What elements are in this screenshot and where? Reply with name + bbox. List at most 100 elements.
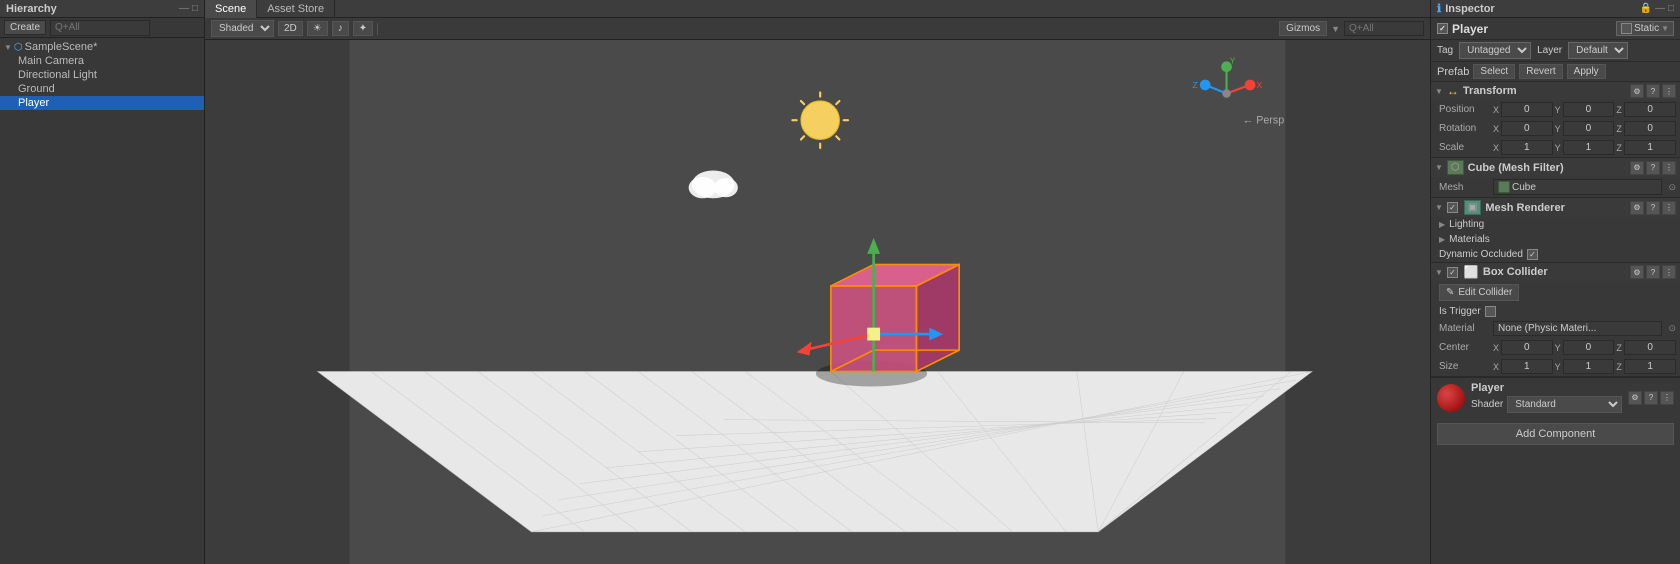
player-mat-help-icon[interactable]: ? — [1644, 391, 1658, 405]
create-button[interactable]: Create — [4, 20, 46, 35]
size-z-group: Z — [1616, 359, 1676, 374]
box-collider-help-icon[interactable]: ? — [1646, 265, 1660, 279]
transform-settings-icon[interactable]: ⚙ — [1630, 84, 1644, 98]
physic-material-dot[interactable]: ⊙ — [1668, 323, 1676, 334]
rot-y-input[interactable] — [1563, 121, 1615, 136]
scale-z-input[interactable] — [1624, 140, 1676, 155]
is-trigger-row: Is Trigger — [1431, 304, 1680, 319]
mesh-renderer-help-icon[interactable]: ? — [1646, 201, 1660, 215]
static-checkbox[interactable] — [1621, 23, 1632, 34]
transform-overflow-icon[interactable]: ⋮ — [1662, 84, 1676, 98]
hierarchy-toolbar: Create — [0, 18, 204, 38]
dynamic-occluded-checkbox[interactable]: ✓ — [1527, 249, 1538, 260]
box-collider-settings-icon[interactable]: ⚙ — [1630, 265, 1644, 279]
is-trigger-checkbox[interactable] — [1485, 306, 1496, 317]
tag-select[interactable]: Untagged — [1459, 42, 1531, 59]
physic-material-field[interactable]: None (Physic Materi... — [1493, 321, 1662, 336]
apply-button[interactable]: Apply — [1567, 64, 1606, 79]
scene-search-input[interactable] — [1344, 21, 1424, 36]
static-dropdown-arrow[interactable]: ▼ — [1661, 24, 1669, 33]
transform-arrow: ▼ — [1435, 87, 1443, 96]
size-label: Size — [1439, 361, 1489, 372]
center-y-group: Y — [1555, 340, 1615, 355]
mesh-renderer-settings-icon[interactable]: ⚙ — [1630, 201, 1644, 215]
mesh-filter-header[interactable]: ▼ ⬡ Cube (Mesh Filter) ⚙ ? ⋮ — [1431, 158, 1680, 177]
pos-x-input[interactable] — [1501, 102, 1553, 117]
tree-item-directional-light[interactable]: Directional Light — [0, 68, 204, 82]
transform-help-icon[interactable]: ? — [1646, 84, 1660, 98]
mesh-value-field[interactable]: Cube — [1493, 179, 1662, 195]
inspector-minimize[interactable]: — — [1655, 3, 1665, 14]
size-x-input[interactable] — [1501, 359, 1553, 374]
player-mat-overflow-icon[interactable]: ⋮ — [1660, 391, 1674, 405]
lighting-row[interactable]: ▶ Lighting — [1431, 217, 1680, 232]
tag-layer-row: Tag Untagged Layer Default — [1431, 40, 1680, 62]
size-z-input[interactable] — [1624, 359, 1676, 374]
rot-z-input[interactable] — [1624, 121, 1676, 136]
box-collider-checkbox[interactable]: ✓ — [1447, 267, 1458, 278]
box-collider-header[interactable]: ▼ ✓ ⬜ Box Collider ⚙ ? ⋮ — [1431, 263, 1680, 281]
inspector-lock-icon[interactable]: 🔒 — [1640, 3, 1652, 14]
scale-x-input[interactable] — [1501, 140, 1553, 155]
inspector-maximize[interactable]: □ — [1668, 3, 1674, 14]
position-label: Position — [1439, 104, 1489, 115]
gizmos-button[interactable]: Gizmos — [1279, 21, 1327, 36]
scene-tab-bar: Scene Asset Store — [205, 0, 1430, 18]
tree-arrow-root: ▼ — [4, 43, 12, 52]
center-z-input[interactable] — [1624, 340, 1676, 355]
static-badge[interactable]: Static ▼ — [1616, 21, 1674, 36]
transform-header[interactable]: ▼ ↔ Transform ⚙ ? ⋮ — [1431, 82, 1680, 100]
mesh-renderer-checkbox[interactable]: ✓ — [1447, 202, 1458, 213]
player-mat-settings-icon[interactable]: ⚙ — [1628, 391, 1642, 405]
tree-scene-root[interactable]: ▼ ⬡ SampleScene* — [0, 40, 204, 54]
tree-item-ground[interactable]: Ground — [0, 82, 204, 96]
pos-y-input[interactable] — [1563, 102, 1615, 117]
center-xyz: X Y Z — [1493, 340, 1676, 355]
shader-select[interactable]: Standard — [1507, 396, 1622, 413]
audio-button[interactable]: ♪ — [332, 21, 349, 36]
2d-button[interactable]: 2D — [278, 21, 303, 36]
mesh-renderer-overflow-icon[interactable]: ⋮ — [1662, 201, 1676, 215]
fx-button[interactable]: ✦ — [353, 21, 373, 36]
box-collider-overflow-icon[interactable]: ⋮ — [1662, 265, 1676, 279]
edit-collider-button[interactable]: ✎ Edit Collider — [1439, 284, 1519, 301]
hierarchy-search-input[interactable] — [50, 20, 150, 36]
player-active-checkbox[interactable]: ✓ — [1437, 23, 1448, 34]
inspector-window-controls: 🔒 — □ — [1640, 3, 1675, 14]
tree-item-main-camera[interactable]: Main Camera — [0, 54, 204, 68]
mesh-filter-settings-icon[interactable]: ⚙ — [1630, 161, 1644, 175]
hierarchy-maximize[interactable]: □ — [192, 3, 198, 14]
select-button[interactable]: Select — [1473, 64, 1515, 79]
hierarchy-minimize[interactable]: — — [179, 3, 189, 14]
layer-select[interactable]: Default — [1568, 42, 1628, 59]
materials-row[interactable]: ▶ Materials — [1431, 232, 1680, 247]
pos-z-input[interactable] — [1624, 102, 1676, 117]
tab-scene[interactable]: Scene — [205, 0, 257, 18]
rotation-label: Rotation — [1439, 123, 1489, 134]
revert-button[interactable]: Revert — [1519, 64, 1562, 79]
add-component-button[interactable]: Add Component — [1437, 423, 1674, 445]
tab-asset-store[interactable]: Asset Store — [257, 0, 335, 18]
center-y-input[interactable] — [1563, 340, 1615, 355]
scale-y-input[interactable] — [1563, 140, 1615, 155]
size-y-input[interactable] — [1563, 359, 1615, 374]
mesh-renderer-header[interactable]: ▼ ✓ ▣ Mesh Renderer ⚙ ? ⋮ — [1431, 198, 1680, 217]
player-name-group: ✓ Player — [1437, 22, 1488, 36]
inspector-title-group: ℹ Inspector — [1437, 2, 1495, 15]
mesh-filter-overflow-icon[interactable]: ⋮ — [1662, 161, 1676, 175]
center-x-input[interactable] — [1501, 340, 1553, 355]
mesh-renderer-btns: ⚙ ? ⋮ — [1630, 201, 1676, 215]
mesh-value-dot[interactable]: ⊙ — [1668, 182, 1676, 193]
svg-text:Y: Y — [1230, 56, 1236, 66]
tree-item-player[interactable]: Player — [0, 96, 204, 110]
shaded-dropdown[interactable]: Shaded — [211, 20, 274, 37]
rot-z-group: Z — [1616, 121, 1676, 136]
is-trigger-label: Is Trigger — [1439, 306, 1481, 317]
mesh-label: Mesh — [1439, 182, 1489, 193]
transform-title: Transform — [1463, 85, 1626, 97]
center-y-label: Y — [1555, 343, 1562, 353]
scene-viewport[interactable]: X Y Z ← Persp — [205, 40, 1430, 564]
rot-x-input[interactable] — [1501, 121, 1553, 136]
mesh-filter-help-icon[interactable]: ? — [1646, 161, 1660, 175]
light-button[interactable]: ☀ — [307, 21, 328, 36]
